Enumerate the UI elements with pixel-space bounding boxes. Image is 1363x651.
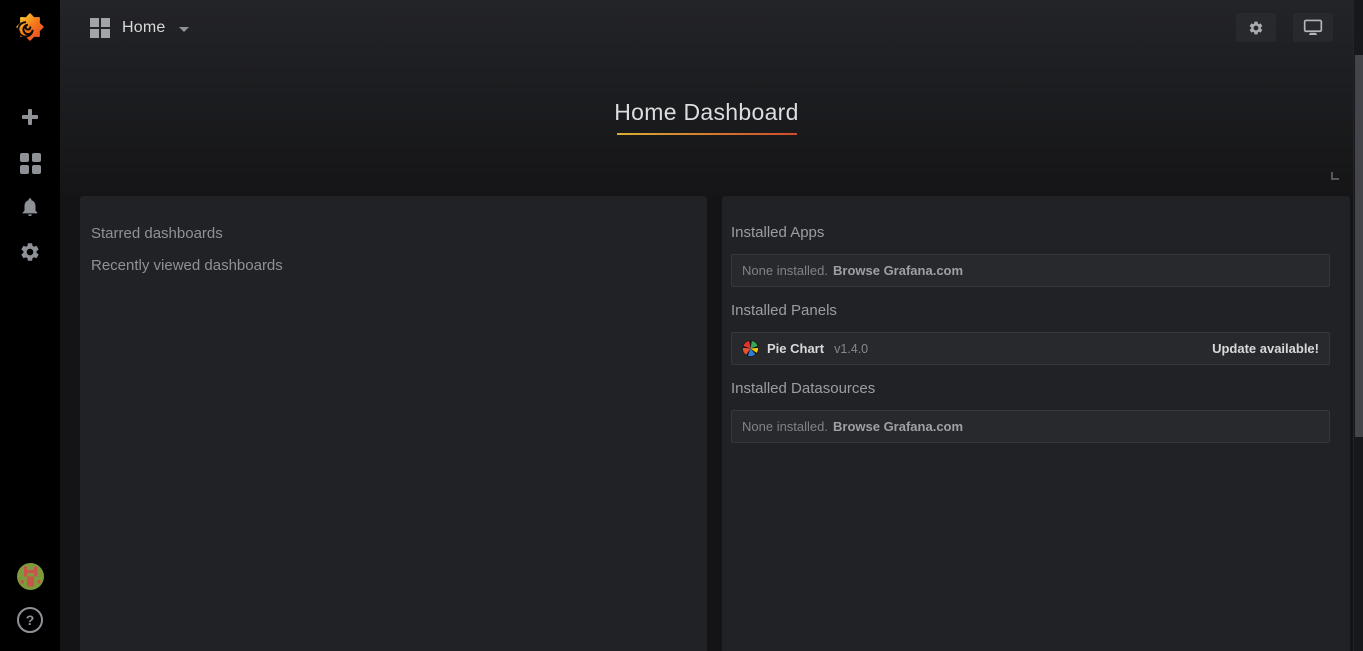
sidebar-item-create[interactable]	[0, 104, 60, 130]
dashboard-settings-button[interactable]	[1236, 13, 1276, 42]
help-glyph: ?	[26, 612, 35, 628]
grid-icon	[90, 18, 110, 38]
apps-browse-link[interactable]: Browse Grafana.com	[833, 263, 963, 278]
installed-apps-title: Installed Apps	[731, 224, 1330, 241]
plugins-panel: Installed Apps None installed. Browse Gr…	[722, 196, 1350, 651]
sidebar: ?	[0, 0, 60, 651]
plugin-update-link[interactable]: Update available!	[1212, 341, 1319, 356]
dashboard-title-block: Home Dashboard	[60, 99, 1353, 135]
scrollbar-thumb[interactable]	[1355, 55, 1363, 437]
help-icon: ?	[17, 607, 43, 633]
gear-icon	[19, 241, 41, 263]
cycle-view-mode-button[interactable]	[1293, 13, 1333, 42]
installed-datasources-box: None installed. Browse Grafana.com	[731, 410, 1330, 443]
apps-empty-text: None installed.	[742, 263, 828, 278]
gear-icon	[1248, 20, 1264, 36]
sidebar-item-dashboards[interactable]	[0, 150, 60, 176]
navbar: Home	[60, 0, 1353, 55]
avatar	[17, 563, 44, 590]
recent-dashboards-header: Recently viewed dashboards	[91, 258, 696, 274]
sidebar-item-alerting[interactable]	[0, 194, 60, 220]
dashboards-grid-icon	[20, 153, 41, 174]
datasources-browse-link[interactable]: Browse Grafana.com	[833, 419, 963, 434]
starred-dashboards-header: Starred dashboards	[91, 226, 696, 242]
chevron-down-icon	[179, 27, 189, 32]
scrollbar-track[interactable]	[1353, 0, 1363, 651]
page-title: Home Dashboard	[60, 99, 1353, 126]
datasources-empty-text: None installed.	[742, 419, 828, 434]
sidebar-item-configuration[interactable]	[0, 238, 60, 266]
plugin-version: v1.4.0	[834, 342, 868, 356]
grafana-logo[interactable]	[0, 4, 60, 50]
grafana-logo-icon	[9, 5, 51, 49]
navbar-actions	[1236, 13, 1333, 42]
pie-chart-plugin-row[interactable]: Pie Chart v1.4.0 Update available!	[731, 332, 1330, 365]
title-underline	[617, 133, 797, 135]
sidebar-item-profile[interactable]	[0, 562, 60, 590]
bell-icon	[19, 195, 41, 219]
plugin-name[interactable]: Pie Chart	[767, 341, 824, 356]
grafana-app: ? Home Hom	[0, 0, 1363, 651]
breadcrumb[interactable]: Home	[122, 19, 165, 37]
sidebar-item-help[interactable]: ?	[0, 606, 60, 634]
plus-icon	[20, 107, 40, 127]
dashboards-panel: Starred dashboards Recently viewed dashb…	[80, 196, 707, 651]
installed-apps-box: None installed. Browse Grafana.com	[731, 254, 1330, 287]
installed-panels-title: Installed Panels	[731, 302, 1330, 319]
pie-chart-icon	[742, 340, 759, 357]
monitor-icon	[1303, 19, 1323, 36]
panel-resize-handle-icon[interactable]	[1331, 172, 1339, 180]
dashboard-picker[interactable]: Home	[90, 18, 189, 38]
installed-datasources-title: Installed Datasources	[731, 380, 1330, 397]
